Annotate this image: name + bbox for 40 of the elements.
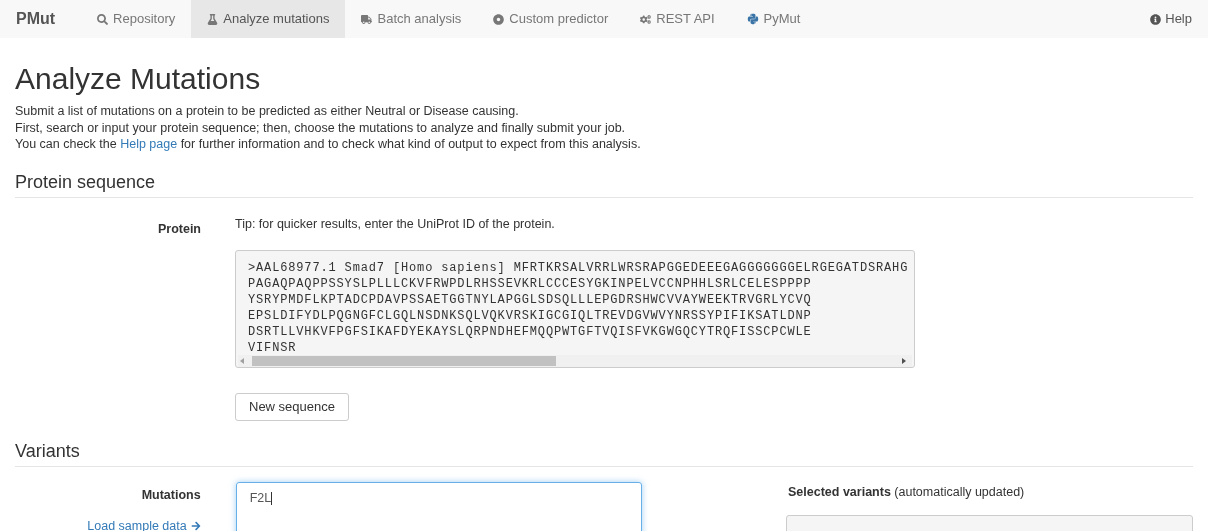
nav-tab[interactable]: REST API xyxy=(624,0,731,38)
nav-tab[interactable]: Analyze mutations xyxy=(191,0,346,38)
gears-icon xyxy=(640,13,652,25)
sequence-line: PAGAQPAQPPSSYSLPLLLCKVFRWPDLRHSSEVKRLCCCESYGKINPELVCCNPHHLSRLCELESPPPP xyxy=(248,275,813,292)
tip-text: Tip: for quicker results, enter the UniProt ID of the protein. xyxy=(235,215,556,232)
flask-icon xyxy=(207,13,219,25)
scroll-right-icon[interactable] xyxy=(900,356,908,365)
intro-text: First, search or input your protein sequence; then, choose the mutations to analyze and finally submit your job. xyxy=(15,119,627,136)
nav-tab[interactable]: Batch analysis xyxy=(345,0,478,38)
selected-variants-title: Selected variants (automatically updated) xyxy=(788,483,1026,501)
new-sequence-button[interactable]: New sequence xyxy=(235,392,349,421)
horizontal-scrollbar[interactable] xyxy=(238,354,912,367)
sequence-line: >AAL68977.1 Smad7 [Homo sapiens] MFRTKRSALVRRLWRSRAPGGEDEEEGAGGGGGGGELRGEGATDSRAHG xyxy=(248,259,910,276)
sequence-line: YSRYPMDFLKPTADCPDAVPSSAETGGTNYLAPGGLSDSQLLLEPGDRSHWCVVAYWEEKTRVGRLYCVQ xyxy=(248,291,813,308)
intro-text: Submit a list of mutations on a protein to be predicted as either Neutral or Disease causing. xyxy=(15,103,520,120)
arrow-right-icon xyxy=(190,520,201,531)
truck-icon xyxy=(361,13,373,25)
section-heading: Variants xyxy=(15,439,81,462)
brand-logo[interactable]: PMut xyxy=(16,0,56,38)
sequence-line: VIFNSR xyxy=(248,339,298,355)
protein-label: Protein xyxy=(157,221,201,236)
help-page-link[interactable]: Help page xyxy=(120,137,178,151)
scroll-left-icon[interactable] xyxy=(238,356,246,365)
nav-tab[interactable]: Repository xyxy=(81,0,192,38)
help-link[interactable]: Help xyxy=(1142,0,1200,38)
info-icon xyxy=(1150,13,1162,25)
section-heading: Protein sequence xyxy=(15,170,157,193)
search-icon xyxy=(97,13,109,25)
scrollbar-thumb[interactable] xyxy=(252,355,556,366)
nav-tab[interactable]: Custom predictor xyxy=(477,0,625,38)
sequence-box[interactable] xyxy=(235,249,915,368)
nav-tab[interactable]: PyMut xyxy=(730,0,817,38)
sequence-line: DSRTLLVHKVFPGFSIKAFDYEKAYSLQRPNDHEFMQQPWTGFTVQISFVKGWGQCYTRQFISSCPCWLE xyxy=(248,323,813,340)
python-icon xyxy=(746,13,759,25)
sequence-line: EPSLDIFYDLPQGNGFCLGQLNSDNKSQLVQKVRSKIGCGIQLTREVDGVWVYNRSSYPIFIKSATLDNP xyxy=(248,307,813,324)
mutations-label: Mutations xyxy=(141,486,201,504)
intro-text: You can check the Help page for further information and to check what kind of output to expect from this analysis. xyxy=(15,136,642,153)
mutations-field[interactable]: F2L xyxy=(235,481,642,531)
page-title: Analyze Mutations xyxy=(15,61,262,97)
target-icon xyxy=(493,13,505,25)
